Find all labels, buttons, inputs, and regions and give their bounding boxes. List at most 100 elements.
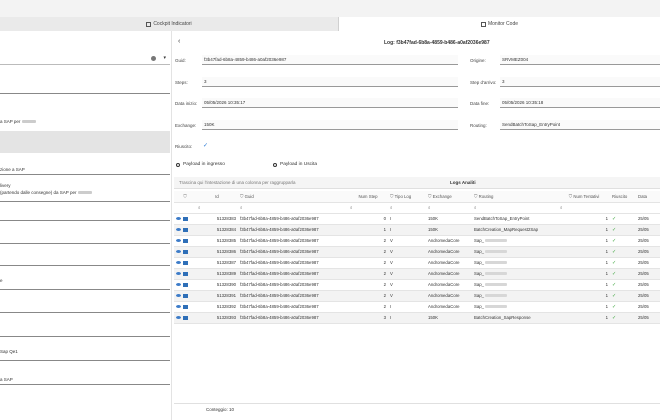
cell-guid: f3b47fad-6b8a-4859-b486-a0af2036e987: [238, 257, 348, 269]
cell-riuscito: ✓: [610, 279, 636, 291]
table-row[interactable]: 51328393 f3b47fad-6b8a-4859-b486-a0af2036…: [174, 312, 660, 324]
mail-icon[interactable]: [183, 293, 188, 298]
queue-item-label[interactable]: e: [0, 278, 3, 283]
log-title: Log: f3b47fad-6b8a-4859-b486-a0af2036e98…: [384, 40, 490, 46]
mail-icon[interactable]: [183, 304, 188, 309]
cell-id: 51328390: [196, 279, 238, 291]
filter-cell[interactable]: ⌕: [388, 202, 426, 214]
eye-icon[interactable]: [176, 316, 181, 320]
table-row[interactable]: 51328383 f3b47fad-6b8a-4859-b486-a0af2036…: [174, 213, 660, 225]
column-header-tipo-log[interactable]: ⛉ Tipo Log: [388, 191, 426, 203]
check-icon: ✓: [612, 237, 617, 244]
cell-routing: Sap_: [472, 235, 558, 247]
divider: [0, 93, 170, 94]
redacted-text: [485, 261, 508, 265]
origine-label: Origine:: [470, 58, 486, 63]
filter-cell[interactable]: ⌕: [238, 202, 348, 214]
eye-icon[interactable]: [176, 250, 181, 254]
cell-num-step: 3: [348, 312, 388, 324]
table-row[interactable]: 51328390 f3b47fad-6b8a-4859-b486-a0af2036…: [174, 279, 660, 291]
filter-icon[interactable]: ⛉: [183, 194, 186, 199]
divider: [0, 265, 170, 266]
queue-item-label[interactable]: a SAP per: [0, 119, 36, 124]
table-row[interactable]: 51328391 f3b47fad-6b8a-4859-b486-a0af2036…: [174, 290, 660, 302]
redacted-text: [485, 305, 508, 309]
filter-cell[interactable]: [636, 202, 660, 214]
steps-field: 3: [202, 77, 458, 87]
queue-item-label[interactable]: (partendo dalle consegne) da SAP per: [0, 190, 92, 195]
cell-tipo-log: V: [388, 279, 426, 291]
tab-cockpit-indicatori[interactable]: Cockpit Indicatori: [0, 17, 339, 31]
check-icon: ✓: [612, 314, 617, 321]
filter-cell[interactable]: ⌕: [558, 202, 610, 214]
filter-cell[interactable]: ⌕: [426, 202, 472, 214]
cell-id: 51328389: [196, 268, 238, 280]
chevron-down-icon[interactable]: ▾: [163, 55, 166, 61]
queue-item-label[interactable]: a SAP: [0, 377, 13, 382]
cell-exchange: AndromedaCore: [426, 268, 472, 280]
mail-icon[interactable]: [183, 271, 188, 276]
cell-routing: BatchCreation_MapRequest2Sap: [472, 224, 558, 236]
queue-select[interactable]: ▾: [0, 54, 170, 65]
cell-exchange: AndromedaCore: [426, 301, 472, 313]
group-panel[interactable]: Trascina qui l'intestazione di una colon…: [174, 177, 660, 189]
eye-icon[interactable]: [176, 283, 181, 287]
eye-icon[interactable]: [176, 228, 181, 232]
table-row[interactable]: 51328389 f3b47fad-6b8a-4859-b486-a0af2036…: [174, 268, 660, 280]
eye-icon[interactable]: [176, 305, 181, 309]
cell-num-step: 2: [348, 257, 388, 269]
column-header-riuscito[interactable]: Riuscito: [610, 191, 636, 203]
back-arrow-icon[interactable]: ‹: [178, 38, 180, 45]
column-header-guid[interactable]: ⛉ Guid: [238, 191, 348, 203]
cell-num-tentativi: 1: [558, 246, 610, 258]
table-row[interactable]: 51328384 f3b47fad-6b8a-4859-b486-a0af2036…: [174, 224, 660, 236]
mail-icon[interactable]: [183, 249, 188, 254]
table-row[interactable]: 51328392 f3b47fad-6b8a-4859-b486-a0af2036…: [174, 301, 660, 313]
column-header-num-tentativi[interactable]: ⛉ Num Tentativi: [558, 191, 610, 203]
table-row[interactable]: 51328387 f3b47fad-6b8a-4859-b486-a0af2036…: [174, 257, 660, 269]
queue-item-label[interactable]: livery: [0, 183, 11, 188]
filter-cell[interactable]: ⌕: [348, 202, 388, 214]
mail-icon[interactable]: [183, 282, 188, 287]
mail-icon[interactable]: [183, 315, 188, 320]
table-header-row: ⛉ Id ⛉ Guid Num Step ⛉ Tipo Log ⛉ Exchan…: [174, 191, 660, 203]
mail-icon[interactable]: [183, 216, 188, 221]
payload-out-button[interactable]: Payload in Uscita: [273, 162, 317, 167]
filter-cell[interactable]: ⌕: [472, 202, 558, 214]
queue-item-selected[interactable]: [0, 131, 170, 153]
table-row[interactable]: 51328386 f3b47fad-6b8a-4859-b486-a0af2036…: [174, 246, 660, 258]
eye-icon[interactable]: [176, 261, 181, 265]
cell-num-step: 2: [348, 279, 388, 291]
cell-id: 51328393: [196, 312, 238, 324]
routing-text: Sap_: [474, 249, 485, 254]
eye-icon[interactable]: [176, 294, 181, 298]
column-header-routing[interactable]: ⛉ Routing: [472, 191, 558, 203]
tab-label: Monitor Code: [487, 21, 518, 27]
mail-icon[interactable]: [183, 260, 188, 265]
filter-cell[interactable]: [610, 202, 636, 214]
search-icon: ⌕: [428, 205, 431, 210]
eye-icon[interactable]: [176, 239, 181, 243]
column-header-num-step[interactable]: Num Step: [348, 191, 388, 203]
table-row[interactable]: 51328385 f3b47fad-6b8a-4859-b486-a0af2036…: [174, 235, 660, 247]
divider: [0, 201, 170, 202]
mail-icon[interactable]: [183, 238, 188, 243]
column-header-id[interactable]: Id: [196, 191, 238, 203]
column-header-exchange[interactable]: ⛉ Exchange: [426, 191, 472, 203]
filter-cell[interactable]: ⌕: [196, 202, 238, 214]
log-header: ‹ Log: f3b47fad-6b8a-4859-b486-a0af2036e…: [174, 36, 660, 50]
queue-item-label[interactable]: Sap Qe1: [0, 349, 18, 354]
payload-in-button[interactable]: Payload in ingresso: [176, 162, 225, 167]
logs-table: ⛉ Id ⛉ Guid Num Step ⛉ Tipo Log ⛉ Exchan…: [174, 191, 660, 324]
mail-icon[interactable]: [183, 227, 188, 232]
cell-tipo-log: V: [388, 268, 426, 280]
eye-icon[interactable]: [176, 217, 181, 221]
eye-icon[interactable]: [176, 272, 181, 276]
queue-item-label[interactable]: zione a SAP: [0, 167, 25, 172]
cell-num-tentativi: 1: [558, 257, 610, 269]
divider: [0, 336, 170, 337]
search-icon: [273, 162, 277, 167]
column-header-data[interactable]: Data: [636, 191, 660, 203]
gear-icon[interactable]: [151, 56, 156, 61]
tab-monitor-code[interactable]: Monitor Code: [339, 17, 660, 31]
